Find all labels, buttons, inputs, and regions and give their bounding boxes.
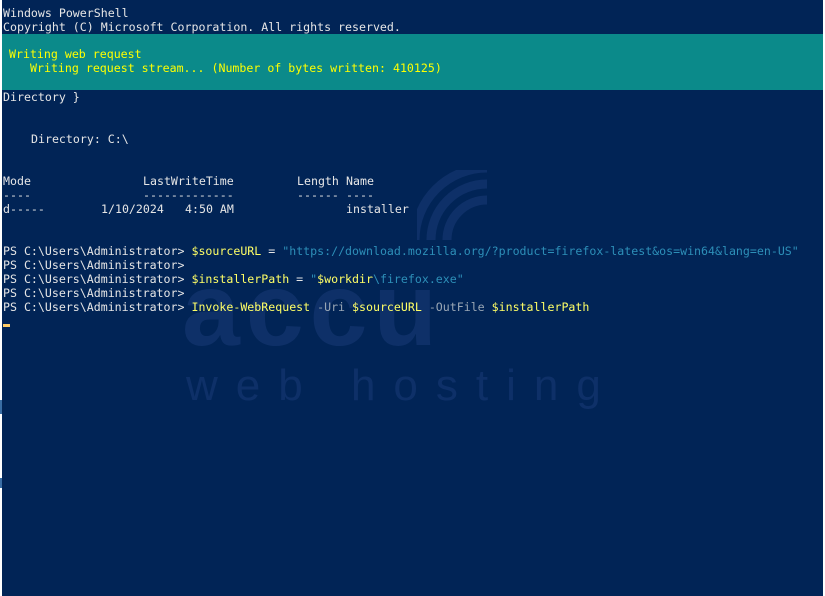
progress-activity: Writing web request	[9, 47, 142, 61]
window-title-line: Windows PowerShell	[3, 6, 129, 20]
command-line: PS C:\Users\Administrator>	[3, 286, 191, 300]
underline-length: ------	[297, 188, 339, 202]
command-line: PS C:\Users\Administrator>	[3, 258, 191, 272]
progress-banner: Writing web request Writing request stre…	[2, 34, 823, 90]
prompt: PS C:\Users\Administrator>	[3, 244, 192, 258]
powershell-console[interactable]: accu web hosting Windows PowerShell Copy…	[2, 0, 823, 596]
variable: $installerPath	[191, 272, 290, 286]
variable: $installerPath	[491, 300, 590, 314]
command-line: PS C:\Users\Administrator> Invoke-WebReq…	[3, 300, 589, 314]
copyright-line: Copyright (C) Microsoft Corporation. All…	[3, 20, 401, 34]
string-variable: $workdir	[317, 272, 373, 286]
header-length: Length	[297, 174, 339, 188]
string-rest: \firefox.exe"	[372, 272, 464, 286]
wifi-signal-icon	[417, 170, 488, 241]
operator: =	[261, 244, 283, 258]
command-line: PS C:\Users\Administrator> $sourceURL = …	[3, 244, 799, 258]
prompt: PS C:\Users\Administrator>	[3, 300, 192, 314]
text-cursor[interactable]	[3, 324, 10, 327]
row-name: installer	[346, 202, 409, 216]
row-mode: d-----	[3, 202, 45, 216]
prompt: PS C:\Users\Administrator>	[3, 286, 192, 300]
directory-close-line: Directory }	[3, 90, 80, 104]
underline-mode: ----	[3, 188, 31, 202]
header-mode: Mode	[3, 174, 31, 188]
window-edge-marker	[0, 478, 2, 488]
watermark-tagline: web hosting	[186, 361, 619, 410]
watermark: accu web hosting	[182, 170, 652, 420]
directory-label: Directory: C:\	[31, 132, 129, 146]
prompt: PS C:\Users\Administrator>	[3, 258, 192, 272]
command-line: PS C:\Users\Administrator> $installerPat…	[3, 272, 464, 286]
window-edge-marker	[0, 400, 2, 414]
underline-lastwritetime: -------------	[143, 188, 234, 202]
variable: $sourceURL	[191, 244, 262, 258]
parameter: -OutFile	[421, 300, 492, 314]
header-name: Name	[346, 174, 374, 188]
row-time: 4:50 AM	[185, 202, 234, 216]
row-date: 1/10/2024	[101, 202, 164, 216]
variable: $sourceURL	[352, 300, 422, 314]
prompt: PS C:\Users\Administrator>	[3, 272, 192, 286]
header-lastwritetime: LastWriteTime	[143, 174, 234, 188]
string-literal: "https://download.mozilla.org/?product=f…	[282, 244, 799, 258]
progress-status: Writing request stream... (Number of byt…	[30, 61, 442, 75]
cmdlet: Invoke-WebRequest	[191, 300, 311, 314]
underline-name: ----	[346, 188, 374, 202]
parameter: -Uri	[310, 300, 353, 314]
operator: =	[289, 272, 311, 286]
